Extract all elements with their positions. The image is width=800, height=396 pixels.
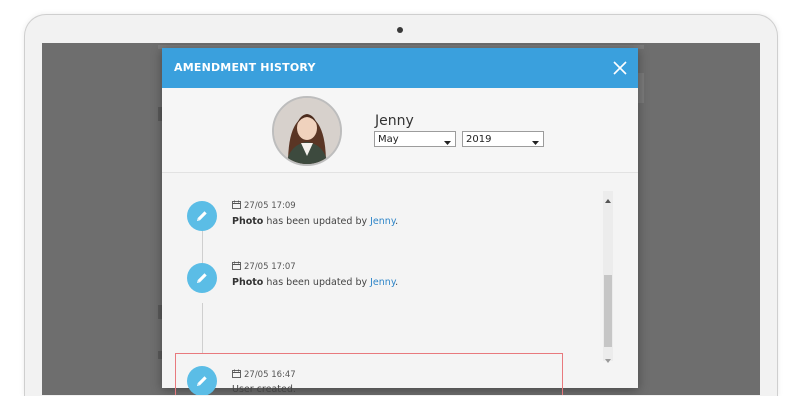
entry-text: Photo has been updated by Jenny. [232,277,398,288]
entry-date-text: 27/05 17:07 [244,262,296,272]
scroll-down-arrow-icon[interactable] [603,351,613,363]
entry-date-text: 27/05 16:47 [244,370,296,380]
chevron-down-icon [532,138,539,149]
entry-text: Photo has been updated by Jenny. [232,216,398,227]
entry-text: User created. [232,384,296,395]
entry-date-text: 27/05 17:09 [244,201,296,211]
chevron-down-icon [444,138,451,149]
bg-strip [638,73,644,103]
entry-end: . [395,216,399,227]
user-link[interactable]: Jenny [370,277,395,288]
entry-date: 27/05 16:47 [232,369,296,381]
close-icon[interactable] [612,60,628,76]
timeline: 27/05 17:09 Photo has been updated by Je… [162,173,638,395]
modal-header: AMENDMENT HISTORY [162,48,638,88]
entry-action: has been updated by [263,216,371,227]
entry-date: 27/05 17:07 [232,261,296,273]
profile-name: Jenny [375,113,414,129]
calendar-icon [232,200,241,212]
entry-end: . [395,277,399,288]
screen: AMENDMENT HISTORY Jenny May 2019 27/05 1… [42,43,760,395]
calendar-icon [232,369,241,381]
entry-subject: Photo [232,277,264,288]
avatar [272,96,342,166]
year-select[interactable]: 2019 [462,131,544,147]
amendment-history-modal: AMENDMENT HISTORY Jenny May 2019 27/05 1… [162,48,638,395]
pencil-icon [187,263,217,293]
pencil-icon [187,201,217,231]
profile-section: Jenny May 2019 [162,88,638,173]
year-value: 2019 [466,134,492,145]
entry-subject: Photo [232,216,264,227]
scroll-up-arrow-icon[interactable] [603,191,613,203]
entry-action: has been updated by [263,277,371,288]
month-select[interactable]: May [374,131,456,147]
calendar-icon [232,261,241,273]
modal-title: AMENDMENT HISTORY [174,61,316,74]
user-link[interactable]: Jenny [370,216,395,227]
camera-dot [397,27,403,33]
month-value: May [378,134,399,145]
scrollbar[interactable] [603,191,613,363]
pencil-icon [187,366,217,395]
timeline-connector [202,303,203,353]
scroll-thumb[interactable] [604,275,612,347]
entry-date: 27/05 17:09 [232,200,296,212]
